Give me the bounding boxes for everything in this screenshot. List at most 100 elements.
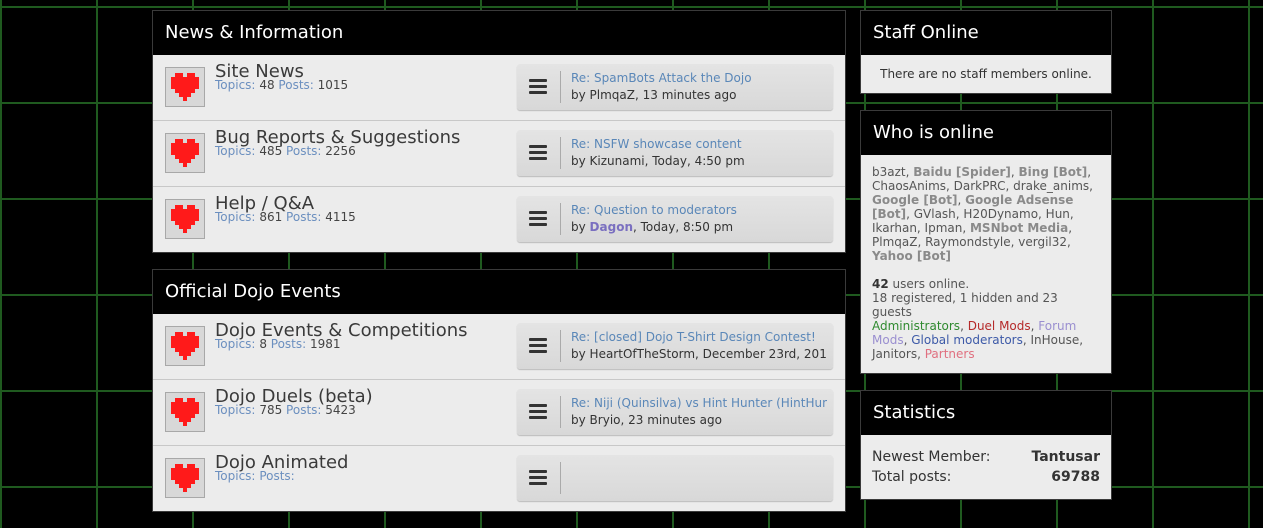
who-is-online-body: b3azt, Baidu [Spider], Bing [Bot], Chaos… <box>861 155 1111 373</box>
topics-count: 861 <box>259 210 283 224</box>
sidebar: Staff Online There are no staff members … <box>860 10 1112 516</box>
last-post-meta: by PlmqaZ, 13 minutes ago <box>571 88 827 102</box>
last-post-box: Re: NSFW showcase content by Kizunami, T… <box>517 130 833 176</box>
divider <box>560 71 561 103</box>
posts-count: 1981 <box>310 337 341 351</box>
last-post-meta: by HeartOfTheStorm, December 23rd, 2015 <box>571 347 827 361</box>
topics-count: 485 <box>259 144 283 158</box>
posts-count: 5423 <box>325 403 356 417</box>
topics-label: Topics: <box>215 144 256 158</box>
last-post-author[interactable]: PlmqaZ <box>590 88 635 102</box>
menu-icon[interactable] <box>529 79 547 95</box>
last-post-link[interactable]: Re: Question to moderators <box>571 203 827 217</box>
forum-list: Dojo Events & Competitions Topics: 8 Pos… <box>153 314 845 511</box>
posts-label: Posts: <box>259 469 295 483</box>
last-post-meta: by Dagon, Today, 8:50 pm <box>571 220 827 234</box>
topics-label: Topics: <box>215 210 256 224</box>
group-legend-item[interactable]: Partners <box>925 347 975 361</box>
online-user[interactable]: b3azt <box>872 165 906 179</box>
by-label: by <box>571 347 586 361</box>
menu-icon[interactable] <box>529 211 547 227</box>
last-post-box: Re: Niji (Quinsilva) vs Hint Hunter (Hin… <box>517 389 833 435</box>
last-post-meta: by Kizunami, Today, 4:50 pm <box>571 154 827 168</box>
forum-row: Dojo Events & Competitions Topics: 8 Pos… <box>153 314 845 379</box>
topics-label: Topics: <box>215 403 256 417</box>
category-title[interactable]: News & Information <box>153 11 845 55</box>
last-post-box: Re: Question to moderators by Dagon, Tod… <box>517 196 833 242</box>
stat-label: Total posts: <box>872 469 952 485</box>
who-is-online-title: Who is online <box>861 111 1111 155</box>
online-users-list: b3azt, Baidu [Spider], Bing [Bot], Chaos… <box>872 165 1100 263</box>
last-post-link[interactable]: Re: Niji (Quinsilva) vs Hint Hunter (Hin… <box>571 396 827 410</box>
stat-row-total-posts: Total posts: 69788 <box>872 467 1100 487</box>
by-label: by <box>571 220 586 234</box>
topics-count: 8 <box>259 337 267 351</box>
heart-icon <box>165 392 205 432</box>
stat-value: 69788 <box>1051 469 1100 485</box>
last-post-link[interactable]: Re: SpamBots Attack the Dojo <box>571 71 827 85</box>
forum-row: Site News Topics: 48 Posts: 1015 Re: Spa… <box>153 55 845 120</box>
last-post-time: , December 23rd, 2015 <box>695 347 827 361</box>
forum-row: Dojo Animated Topics: Posts: <box>153 445 845 511</box>
topics-label: Topics: <box>215 78 256 92</box>
stat-row-newest-member: Newest Member: Tantusar <box>872 447 1100 467</box>
last-post-link[interactable]: Re: NSFW showcase content <box>571 137 827 151</box>
online-breakdown: 18 registered, 1 hidden and 23 guests <box>872 291 1058 319</box>
posts-label: Posts: <box>278 78 314 92</box>
staff-online-text: There are no staff members online. <box>880 67 1092 81</box>
last-post-author[interactable]: Kizunami <box>590 154 645 168</box>
last-post-box: Re: SpamBots Attack the Dojo by PlmqaZ, … <box>517 64 833 110</box>
last-post-box <box>517 455 833 501</box>
topics-count: 48 <box>259 78 275 92</box>
group-legend-item[interactable]: Duel Mods <box>968 319 1031 333</box>
group-legend-item[interactable]: Global moderators <box>911 333 1023 347</box>
forum-category-1: Official Dojo Events Dojo Events & Compe… <box>152 269 846 512</box>
topics-label: Topics: <box>215 337 256 351</box>
forum-stats: Topics: 861 Posts: 4115 <box>215 210 356 224</box>
group-legend-item[interactable]: InHouse <box>1031 333 1080 347</box>
last-post-meta: by Bryio, 23 minutes ago <box>571 413 827 427</box>
heart-icon <box>165 326 205 366</box>
online-bot[interactable]: Baidu [Spider] <box>913 165 1011 179</box>
online-bot[interactable]: Yahoo [Bot] <box>872 249 951 263</box>
online-bot[interactable]: MSNbot Media <box>970 221 1068 235</box>
divider <box>560 137 561 169</box>
last-post-link[interactable]: Re: [closed] Dojo T-Shirt Design Contest… <box>571 330 827 344</box>
online-bot[interactable]: Google [Bot] <box>872 193 957 207</box>
heart-icon <box>165 67 205 107</box>
posts-count: 4115 <box>325 210 356 224</box>
stat-value[interactable]: Tantusar <box>1031 447 1100 467</box>
forum-stats: Topics: Posts: <box>215 469 295 483</box>
forum-stats: Topics: 485 Posts: 2256 <box>215 144 356 158</box>
forum-list: Site News Topics: 48 Posts: 1015 Re: Spa… <box>153 55 845 252</box>
menu-icon[interactable] <box>529 404 547 420</box>
topics-count: 785 <box>259 403 283 417</box>
forum-category-0: News & Information Site News Topics: 48 … <box>152 10 846 253</box>
last-post-box: Re: [closed] Dojo T-Shirt Design Contest… <box>517 323 833 369</box>
online-count-label: users online. <box>888 277 970 291</box>
forum-row: Help / Q&A Topics: 861 Posts: 4115 Re: Q… <box>153 186 845 252</box>
last-post-author[interactable]: Bryio <box>590 413 621 427</box>
online-user: , <box>1010 165 1019 179</box>
group-legend-item[interactable]: Janitors <box>872 347 917 361</box>
divider <box>560 462 561 494</box>
by-label: by <box>571 413 586 427</box>
last-post-time: , Today, 8:50 pm <box>632 220 734 234</box>
category-title[interactable]: Official Dojo Events <box>153 270 845 314</box>
menu-icon[interactable] <box>529 145 547 161</box>
topics-label: Topics: <box>215 469 256 483</box>
divider <box>560 330 561 362</box>
statistics-panel: Statistics Newest Member: Tantusar Total… <box>860 390 1112 500</box>
who-is-online-panel: Who is online b3azt, Baidu [Spider], Bin… <box>860 110 1112 374</box>
menu-icon[interactable] <box>529 338 547 354</box>
last-post-author[interactable]: HeartOfTheStorm <box>590 347 695 361</box>
online-bot[interactable]: Bing [Bot] <box>1019 165 1088 179</box>
last-post-author[interactable]: Dagon <box>590 220 633 234</box>
staff-online-panel: Staff Online There are no staff members … <box>860 10 1112 94</box>
posts-label: Posts: <box>286 403 322 417</box>
menu-icon[interactable] <box>529 470 547 486</box>
group-legend-item[interactable]: Administrators <box>872 319 960 333</box>
last-post-time: , 23 minutes ago <box>620 413 722 427</box>
forum-main-column: News & Information Site News Topics: 48 … <box>152 10 846 528</box>
forum-stats: Topics: 48 Posts: 1015 <box>215 78 348 92</box>
